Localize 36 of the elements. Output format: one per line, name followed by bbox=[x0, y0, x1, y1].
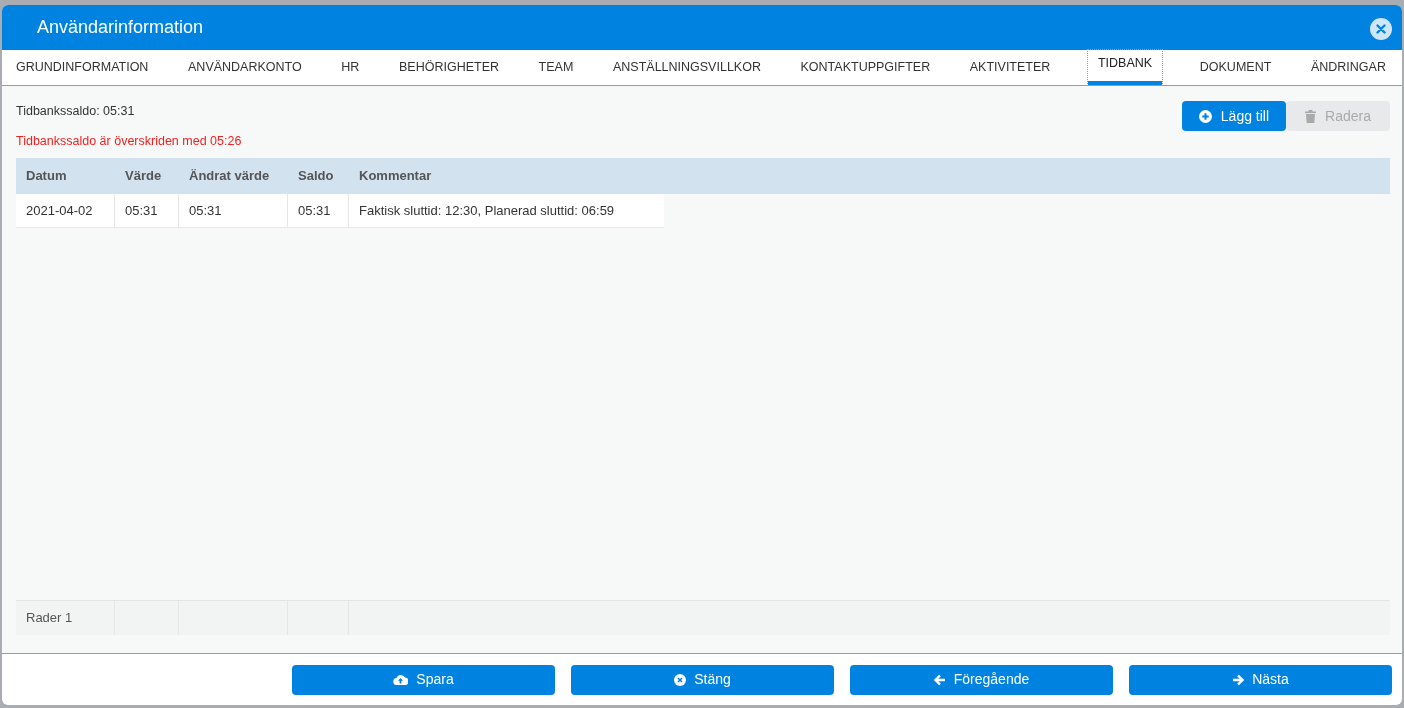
next-button[interactable]: Nästa bbox=[1129, 664, 1392, 695]
table-cell-text: Faktisk sluttid: 12:30, Planerad sluttid: 06:59 bbox=[358, 201, 616, 220]
cloud-upload-icon bbox=[393, 674, 409, 685]
previous-button[interactable]: Föregående bbox=[850, 664, 1113, 695]
arrow-right-icon bbox=[1232, 673, 1245, 686]
column-header[interactable]: Kommentar bbox=[359, 168, 432, 184]
tab[interactable]: GRUNDINFORMATION bbox=[14, 50, 151, 85]
close-icon[interactable] bbox=[1370, 17, 1392, 40]
close-button[interactable]: Stäng bbox=[571, 664, 834, 695]
tab[interactable]: ANVÄNDARKONTO bbox=[186, 50, 304, 85]
add-button[interactable]: Lägg till bbox=[1181, 101, 1287, 131]
close-circle-icon bbox=[674, 673, 687, 686]
balance-text: Tidbankssaldo: 05:31 bbox=[16, 104, 136, 118]
tab[interactable]: TEAM bbox=[536, 50, 576, 85]
tab[interactable]: ÄNDRINGAR bbox=[1308, 50, 1388, 85]
table-cell: 05:31 bbox=[115, 194, 179, 227]
tab[interactable]: DOKUMENT bbox=[1197, 50, 1274, 85]
table-cell: 05:31 bbox=[179, 194, 288, 227]
column-header[interactable]: Ändrat värde bbox=[189, 168, 270, 184]
tab[interactable]: AKTIVITETER bbox=[967, 50, 1053, 85]
tab[interactable]: ANSTÄLLNINGSVILLKOR bbox=[610, 50, 763, 85]
save-button[interactable]: Spara bbox=[292, 664, 555, 695]
column-header[interactable]: Värde bbox=[125, 168, 162, 184]
window-title: Användarinformation bbox=[37, 16, 204, 39]
tab[interactable]: HR bbox=[339, 50, 362, 85]
table-cell: 05:31 bbox=[288, 194, 349, 227]
tab[interactable]: BEHÖRIGHETER bbox=[397, 50, 501, 85]
tab[interactable]: KONTAKTUPPGIFTER bbox=[798, 50, 933, 85]
column-header[interactable]: Datum bbox=[26, 168, 67, 184]
arrow-left-icon bbox=[933, 673, 946, 686]
trash-icon bbox=[1305, 109, 1317, 123]
plus-circle-icon bbox=[1198, 109, 1212, 123]
warning-text: Tidbankssaldo är överskriden med 05:26 bbox=[16, 134, 242, 148]
column-header[interactable]: Saldo bbox=[298, 168, 334, 184]
table-cell: 2021-04-02 bbox=[16, 194, 115, 227]
row-count: Rader 1 bbox=[26, 609, 73, 628]
